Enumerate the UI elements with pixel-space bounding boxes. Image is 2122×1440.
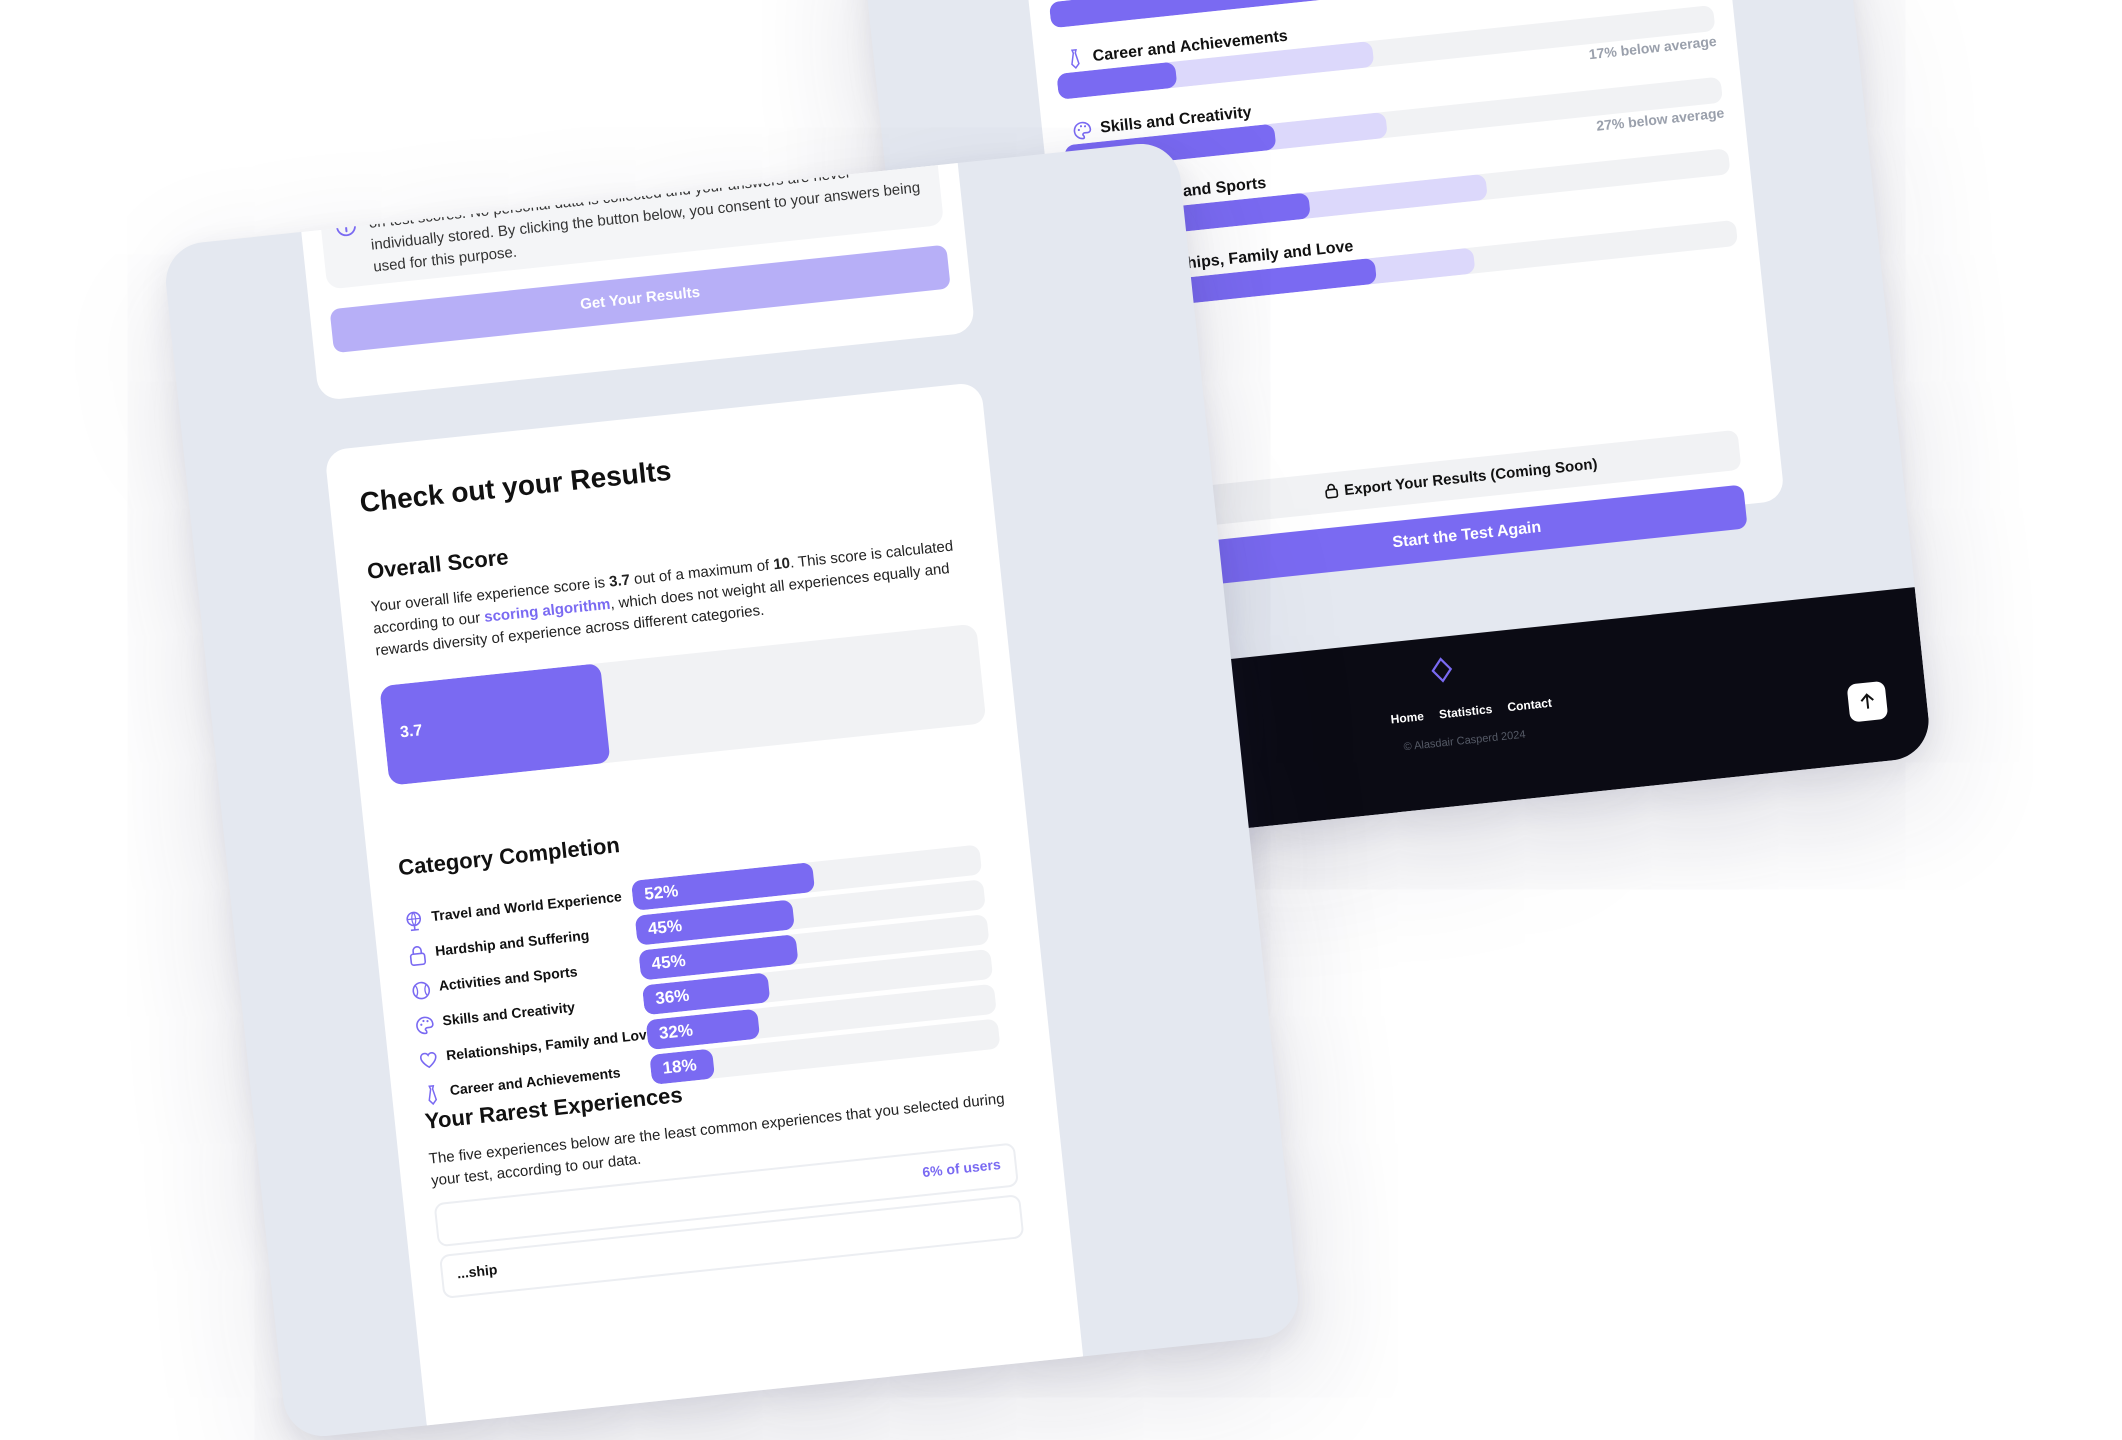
diamond-logo-icon	[1429, 656, 1454, 684]
footer-link-home[interactable]: Home	[1390, 709, 1425, 726]
footer-link-statistics[interactable]: Statistics	[1438, 702, 1493, 722]
rare-experience-frequency: 6% of users	[921, 1156, 1002, 1181]
lock-icon	[1323, 482, 1339, 499]
category-completion-heading: Category Completion	[396, 832, 621, 881]
user-fill	[1048, 0, 1347, 29]
category-fill: 18%	[649, 1048, 716, 1085]
export-results-label: Export Your Results (Coming Soon)	[1343, 455, 1599, 500]
category-percent: 52%	[643, 881, 680, 904]
results-page-top: To provide more interesting feedback aft…	[162, 139, 1302, 1440]
page-title: Check out your Results	[358, 454, 673, 519]
tie-icon	[421, 1083, 443, 1107]
category-label: Travel and World Experience	[430, 888, 623, 925]
category-percent: 18%	[661, 1055, 698, 1078]
overall-score-heading: Overall Score	[365, 544, 510, 584]
consent-card: To provide more interesting feedback aft…	[293, 139, 976, 402]
results-card: Check out your Results Overall Score You…	[324, 381, 1086, 1440]
overall-score-value: 3.7	[399, 722, 424, 742]
footer-link-contact[interactable]: Contact	[1507, 696, 1553, 715]
category-percent: 32%	[658, 1020, 694, 1043]
footer-links: Home Statistics Contact	[1390, 694, 1565, 727]
arrow-up-icon	[1857, 691, 1877, 713]
info-icon	[334, 214, 358, 238]
palette-icon	[1071, 119, 1093, 143]
globe-icon	[403, 909, 425, 933]
lock-icon	[407, 944, 429, 968]
rare-experience-name: ...ship	[456, 1261, 499, 1282]
footer-copyright: © Alasdair Casperd 2024	[1403, 728, 1527, 754]
heart-icon	[417, 1048, 439, 1072]
category-percent: 36%	[654, 985, 691, 1009]
category-percent: 45%	[647, 916, 683, 939]
ball-icon	[410, 979, 432, 1003]
category-percent: 45%	[650, 950, 687, 974]
palette-icon	[414, 1013, 436, 1037]
scroll-to-top-button[interactable]	[1846, 680, 1889, 723]
tie-icon	[1064, 47, 1086, 71]
